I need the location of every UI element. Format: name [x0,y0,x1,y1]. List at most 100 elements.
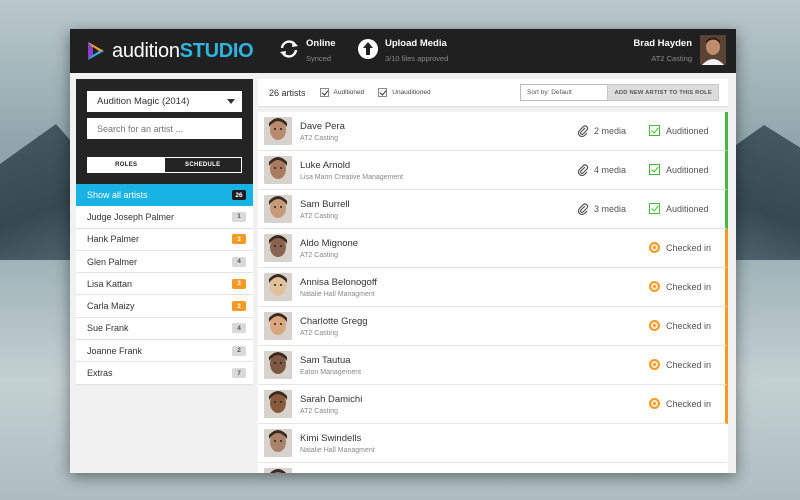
target-icon [649,320,660,331]
role-item[interactable]: Carla Maizy 2 [76,295,253,318]
artist-status-label: Auditioned [666,164,709,175]
artist-media[interactable]: 2 media [577,125,626,137]
artist-photo [264,117,292,145]
role-item[interactable]: Lisa Kattan 3 [76,273,253,296]
role-item[interactable]: Hank Palmer 3 [76,229,253,251]
artist-row[interactable]: Sam Tautua Eaton Management Checked in [258,346,728,385]
role-item[interactable]: Glen Palmer 4 [76,251,253,274]
artist-info: Kimi Swindells Natalie Hall Managment [300,433,375,454]
artist-agency: AT2 Casting [300,329,338,337]
tab-schedule[interactable]: SCHEDULE [164,158,241,172]
role-list: Show all artists 26 Judge Joseph Palmer 1 Ha… [76,184,253,385]
sync-status[interactable]: Online Synced [278,38,336,63]
sort-select-value: Sort by: Default [527,89,572,96]
artist-name: Annisa Belonogoff [300,276,377,288]
artist-list: Dave Pera AT2 Casting 2 media Auditioned Luk… [258,112,728,473]
role-item[interactable]: Sue Frank 4 [76,318,253,341]
artist-status[interactable]: Checked in [649,320,711,331]
checkbox-icon [649,164,660,175]
logo-play-icon [88,42,104,60]
project-select-value: Audition Magic (2014) [97,96,190,107]
artist-photo [264,468,292,473]
artist-name: Luke Arnold [300,159,351,171]
role-item-label: Hank Palmer [87,234,140,245]
artist-name: Sam Burrell [300,198,350,210]
sync-icon [280,40,298,58]
artist-row[interactable]: Aldo Mignone AT2 Casting Checked in [258,229,728,268]
artist-row[interactable]: Charlotte Gregg AT2 Casting Checked in [258,307,728,346]
user-profile[interactable]: Brad Hayden AT2 Casting [633,35,726,65]
upload-title: Upload Media [385,38,447,49]
artist-name: Sam Tautua [300,354,351,366]
role-count-badge: 4 [232,256,246,267]
artist-row[interactable]: Sarah Damichi AT2 Casting Checked in [258,385,728,424]
filter-unauditioned[interactable]: Unauditioned [378,88,431,97]
target-icon [649,398,660,409]
checkbox-icon [378,88,388,97]
add-artist-button[interactable]: ADD NEW ARTIST TO THIS ROLE [607,84,719,101]
role-item[interactable]: Joanne Frank 2 [76,340,253,363]
paperclip-icon [577,125,589,137]
artist-info: Charlotte Gregg AT2 Casting [300,316,368,337]
artist-photo [264,351,292,379]
artist-count: 26 artists [269,87,306,98]
artist-status[interactable]: Checked in [649,359,711,370]
role-item-label: Carla Maizy [87,301,135,312]
artist-row[interactable]: Annisa Belonogoff Natalie Hall Managment C… [258,268,728,307]
target-icon [649,242,660,253]
artist-media[interactable]: 3 media [577,203,626,215]
artist-status-label: Checked in [666,398,712,409]
sort-select[interactable]: Sort by: Default [520,84,620,101]
artist-status[interactable]: Checked in [649,242,711,253]
artist-row[interactable]: Luke Arnold Lisa Mann Creative Management… [258,151,728,190]
role-item[interactable]: Show all artists 26 [76,184,253,207]
project-select[interactable]: Audition Magic (2014) [87,91,242,112]
artist-info: Aldo Mignone AT2 Casting [300,238,358,259]
logo[interactable]: auditionSTUDIO [84,39,254,63]
status-subtitle: Synced [306,54,332,63]
role-item-label: Sue Frank [87,323,129,334]
checkbox-icon [649,203,660,214]
artist-status[interactable]: Auditioned [649,203,709,214]
artist-agency: Eaton Management [300,368,362,376]
artist-row[interactable]: Sam Burrell AT2 Casting 3 media Auditioned [258,190,728,229]
artist-media[interactable]: 4 media [577,164,626,176]
role-count-badge: 2 [232,301,246,312]
artist-agency: Lisa Mann Creative Management [300,173,404,181]
artist-row[interactable] [258,463,728,473]
checkbox-icon [649,125,660,136]
role-item-label: Glen Palmer [87,256,138,267]
artist-status[interactable]: Checked in [649,281,711,292]
artist-agency: Natalie Hall Managment [300,290,375,298]
artist-photo [264,429,292,457]
role-item[interactable]: Judge Joseph Palmer 1 [76,206,253,229]
artist-toolbar: 26 artists Auditioned Unauditioned Sort … [258,79,728,107]
artist-status[interactable]: Auditioned [649,125,709,136]
artist-name: Kimi Swindells [300,432,362,444]
role-count-badge: 2 [232,345,246,356]
artist-row[interactable]: Dave Pera AT2 Casting 2 media Auditioned [258,112,728,151]
artist-status-label: Checked in [666,320,712,331]
artist-info: Dave Pera AT2 Casting [300,121,345,142]
artist-photo [264,234,292,262]
upload-media[interactable]: Upload Media 3/10 files approved [357,38,448,63]
artist-search-input[interactable] [87,118,242,139]
target-icon [649,281,660,292]
role-count-badge: 1 [232,211,246,222]
paperclip-icon [577,203,589,215]
artist-name: Charlotte Gregg [300,315,368,327]
artist-status[interactable]: Auditioned [649,164,709,175]
role-item-label: Judge Joseph Palmer [87,211,175,222]
role-item[interactable]: Extras 7 [76,362,253,385]
role-item-label: Show all artists [87,190,148,201]
artist-agency: Natalie Hall Managment [300,446,375,454]
chevron-down-icon [227,99,235,104]
artist-row[interactable]: Kimi Swindells Natalie Hall Managment [258,424,728,463]
artist-photo [264,312,292,340]
artist-status[interactable]: Checked in [649,398,711,409]
role-count-badge: 4 [232,323,246,334]
filter-auditioned[interactable]: Auditioned [319,88,364,97]
logo-text: auditionSTUDIO [112,39,254,62]
tab-roles[interactable]: ROLES [88,158,165,172]
artist-info: Sarah Damichi AT2 Casting [300,394,362,415]
